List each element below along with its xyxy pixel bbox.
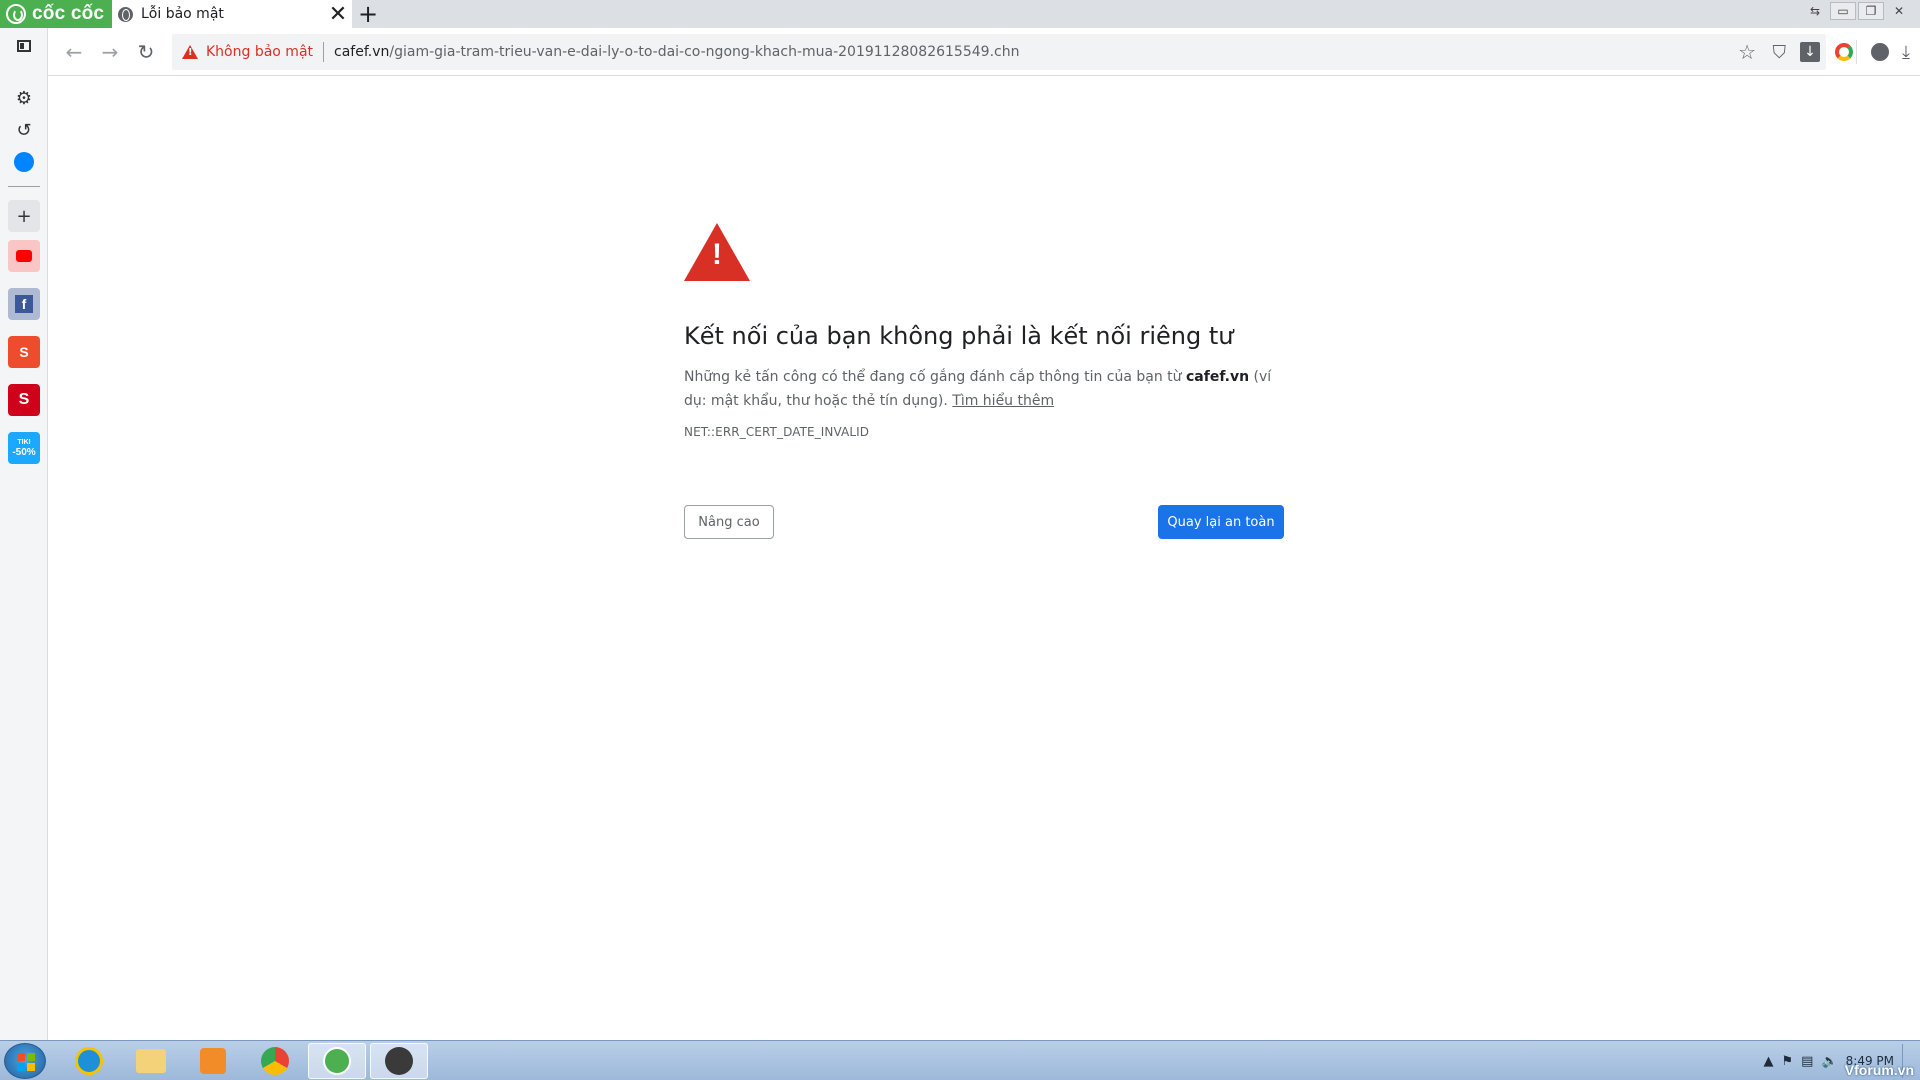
not-secure-warning-icon[interactable]	[182, 45, 198, 59]
error-heading: Kết nối của bạn không phải là kết nối ri…	[684, 322, 1234, 350]
savior-download-icon[interactable]: ↓	[1800, 42, 1820, 62]
tab-title: Lỗi bảo mật	[141, 6, 224, 22]
start-button[interactable]	[4, 1043, 46, 1079]
warning-triangle-icon: !	[684, 223, 750, 281]
close-window-button[interactable]: ✕	[1886, 2, 1912, 20]
omnibox-divider	[323, 42, 325, 62]
extension-icon[interactable]	[1832, 40, 1856, 64]
sidebar: ⚙ ↺ + f S S TIKI -50%	[0, 28, 48, 1040]
tiki-icon[interactable]: TIKI -50%	[8, 432, 40, 464]
error-code: NET::ERR_CERT_DATE_INVALID	[684, 425, 870, 439]
tab-close-button[interactable]: ✕	[326, 2, 350, 27]
toolbar: ← → ↻ Không bảo mật cafef.vn /giam-gia-t…	[48, 28, 1920, 76]
coccoc-logo-icon	[6, 4, 26, 24]
shield-icon[interactable]: ⛉	[1773, 42, 1787, 63]
youtube-icon[interactable]	[8, 240, 40, 272]
coccoc-taskbar-icon[interactable]	[308, 1043, 366, 1079]
tab-strip: cốc cốc Lỗi bảo mật ✕ + ⇆ ▭ ❐ ✕	[0, 0, 1920, 28]
shopee-icon[interactable]: S	[8, 336, 40, 368]
messenger-icon[interactable]	[8, 146, 40, 178]
volume-icon[interactable]: 🔈	[1821, 1054, 1837, 1069]
sidebar-toggle-icon[interactable]	[8, 30, 40, 62]
toolbar-divider	[1856, 40, 1857, 64]
bookmark-star-icon[interactable]: ☆	[1738, 40, 1756, 64]
tiki-discount: -50%	[12, 447, 36, 458]
media-player-icon[interactable]	[184, 1043, 242, 1079]
minimize-button[interactable]: ▭	[1830, 2, 1856, 20]
tab-active[interactable]: Lỗi bảo mật ✕	[112, 0, 352, 28]
download-icon[interactable]: ⤓	[1894, 40, 1918, 64]
account-icon[interactable]	[1868, 40, 1892, 64]
maximize-button[interactable]: ❐	[1858, 2, 1884, 20]
file-explorer-icon[interactable]	[122, 1043, 180, 1079]
globe-icon	[118, 6, 133, 22]
network-icon[interactable]: ▤	[1801, 1054, 1813, 1069]
windows-logo-icon	[17, 1053, 35, 1071]
learn-more-link[interactable]: Tìm hiểu thêm	[952, 393, 1054, 409]
address-bar[interactable]: Không bảo mật cafef.vn /giam-gia-tram-tr…	[172, 34, 1826, 70]
forward-arrow-icon[interactable]: →	[96, 38, 124, 66]
interstitial-body: ! Kết nối của bạn không phải là kết nối …	[684, 223, 1284, 439]
window-controls: ⇆ ▭ ❐ ✕	[1802, 0, 1920, 22]
facebook-icon[interactable]: f	[8, 288, 40, 320]
desc-domain: cafef.vn	[1185, 369, 1250, 385]
brand-name: cốc cốc	[32, 3, 105, 24]
sendo-icon[interactable]: S	[8, 384, 40, 416]
restore-tabs-icon[interactable]: ⇆	[1802, 2, 1828, 20]
internet-explorer-icon[interactable]	[60, 1043, 118, 1079]
desc-text-before: Những kẻ tấn công có thể đang cố gắng đá…	[684, 369, 1186, 385]
reload-icon[interactable]: ↻	[132, 38, 160, 66]
back-to-safety-button[interactable]: Quay lại an toàn	[1158, 505, 1284, 539]
watermark: Vforum.vn	[1844, 1062, 1914, 1078]
add-app-icon[interactable]: +	[8, 200, 40, 232]
tray-expand-icon[interactable]: ▲	[1764, 1054, 1774, 1069]
chrome-icon[interactable]	[246, 1043, 304, 1079]
settings-gear-icon[interactable]: ⚙	[8, 82, 40, 114]
error-description: Những kẻ tấn công có thể đang cố gắng đá…	[684, 365, 1284, 413]
advanced-button[interactable]: Nâng cao	[684, 505, 774, 539]
url-domain[interactable]: cafef.vn	[334, 44, 389, 60]
back-arrow-icon[interactable]: ←	[60, 38, 88, 66]
new-tab-button[interactable]: +	[355, 0, 381, 28]
history-icon[interactable]: ↺	[8, 114, 40, 146]
sidebar-divider	[8, 186, 40, 187]
chat-app-icon[interactable]	[370, 1043, 428, 1079]
url-path[interactable]: /giam-gia-tram-trieu-van-e-dai-ly-o-to-d…	[389, 44, 1019, 60]
windows-taskbar: ▲ ⚑ ▤ 🔈 8:49 PM Vforum.vn	[0, 1040, 1920, 1080]
page-content: ! Kết nối của bạn không phải là kết nối …	[48, 77, 1920, 1040]
action-center-icon[interactable]: ⚑	[1782, 1054, 1794, 1069]
coccoc-menu-button[interactable]: cốc cốc	[0, 0, 112, 28]
security-status[interactable]: Không bảo mật	[206, 44, 313, 60]
